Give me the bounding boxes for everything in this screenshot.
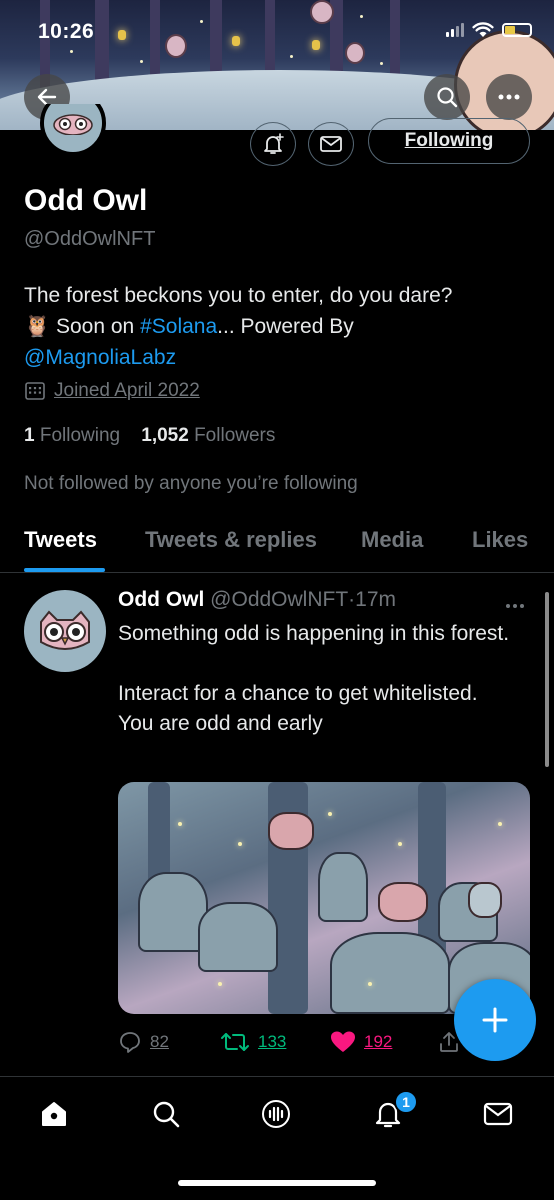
like-action[interactable]: 192 (330, 1028, 392, 1056)
search-icon (437, 87, 458, 108)
hashtag-link[interactable]: #Solana (140, 315, 217, 338)
nav-spaces[interactable] (256, 1094, 296, 1134)
tabs-divider (0, 572, 554, 573)
joined-label: Joined April 2022 (54, 380, 200, 401)
profile-name: Odd Owl (24, 184, 148, 217)
not-followed-note: Not followed by anyone you’re following (24, 473, 358, 494)
more-horizontal-icon (498, 94, 520, 100)
joined-date: Joined April 2022 (24, 380, 200, 402)
tab-tweets[interactable]: Tweets (24, 527, 97, 553)
reply-count: 82 (150, 1032, 169, 1051)
home-indicator[interactable] (178, 1180, 376, 1186)
mention-link[interactable]: @MagnoliaLabz (24, 346, 176, 369)
follow-stats: 1 Following 1,052 Followers (24, 425, 275, 447)
bell-plus-icon (264, 133, 284, 154)
following-button[interactable]: Following (368, 118, 530, 164)
like-count: 192 (364, 1032, 393, 1051)
tab-tweets-replies[interactable]: Tweets & replies (145, 527, 317, 553)
reply-action[interactable]: 82 (118, 1028, 169, 1056)
owl-avatar-icon (53, 114, 93, 135)
reply-icon (120, 1032, 140, 1053)
followers-stat[interactable]: 1,052 Followers (141, 425, 275, 446)
status-time: 10:26 (38, 20, 95, 43)
search-icon (153, 1101, 180, 1128)
spaces-icon (262, 1100, 290, 1128)
scrollbar[interactable] (545, 592, 549, 767)
tweet-text: Something odd is happening in this fores… (118, 622, 510, 735)
bio-line-2: 🦉 Soon on #Solana... Powered By (24, 311, 534, 342)
tweet-author[interactable]: Odd Owl (118, 588, 204, 611)
tweet-handle[interactable]: @OddOwlNFT (210, 588, 348, 611)
following-stat[interactable]: 1 Following (24, 425, 120, 446)
envelope-icon (320, 136, 342, 152)
tab-likes[interactable]: Likes (472, 527, 528, 553)
bottom-nav-divider (0, 1076, 554, 1077)
tweet-image[interactable] (118, 782, 530, 1014)
plus-icon (482, 1007, 508, 1033)
message-button[interactable] (308, 122, 354, 166)
heart-filled-icon (331, 1031, 355, 1052)
tab-media[interactable]: Media (361, 527, 423, 553)
compose-tweet-button[interactable] (454, 979, 536, 1061)
profile-avatar[interactable] (40, 104, 106, 156)
status-icons (446, 22, 532, 38)
owl-emoji: 🦉 (24, 315, 51, 338)
nav-home[interactable] (34, 1094, 74, 1134)
nav-messages[interactable] (478, 1094, 518, 1134)
tweet-header: Odd Owl @OddOwlNFT·17m (118, 588, 396, 612)
profile-handle: @OddOwlNFT (24, 228, 156, 250)
tweet-avatar[interactable] (24, 590, 106, 672)
search-button[interactable] (424, 74, 470, 120)
notify-button[interactable] (250, 122, 296, 166)
profile-bio: The forest beckons you to enter, do you … (24, 280, 534, 373)
owl-avatar-icon (40, 610, 90, 650)
envelope-icon (483, 1102, 513, 1126)
retweet-icon (221, 1033, 249, 1051)
bio-soon-suffix: ... Powered By (217, 315, 354, 338)
notification-badge: 1 (394, 1090, 418, 1114)
tweet-time[interactable]: 17m (355, 588, 396, 611)
retweet-count: 133 (258, 1032, 287, 1051)
retweet-action[interactable]: 133 (220, 1028, 286, 1056)
battery-icon (502, 23, 532, 37)
bio-soon-prefix: Soon on (56, 315, 141, 338)
signal-icon (446, 23, 464, 37)
calendar-icon (25, 382, 45, 400)
bio-line-1: The forest beckons you to enter, do you … (24, 284, 453, 307)
more-horizontal-icon (506, 604, 524, 608)
tweet-more-button[interactable] (505, 592, 525, 615)
wifi-icon (472, 22, 494, 37)
nav-search[interactable] (146, 1094, 186, 1134)
more-options-button[interactable] (486, 74, 532, 120)
home-icon (42, 1102, 66, 1126)
